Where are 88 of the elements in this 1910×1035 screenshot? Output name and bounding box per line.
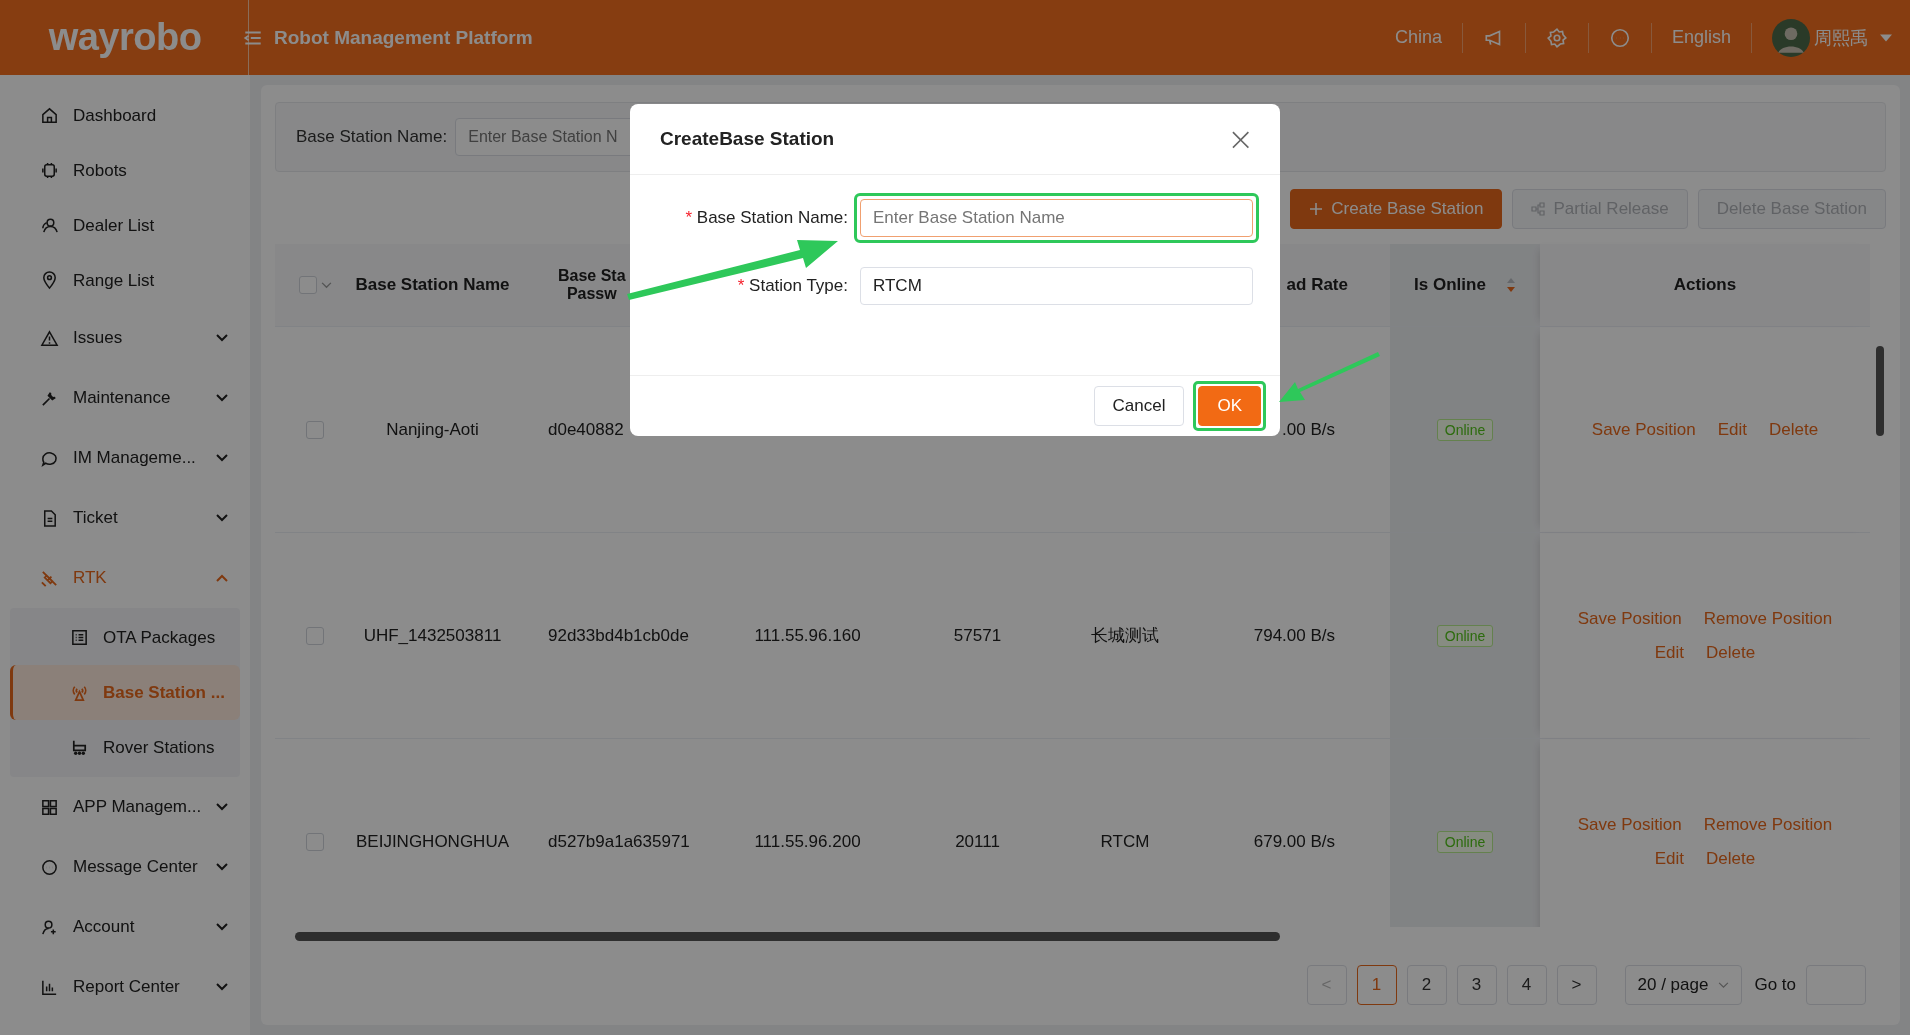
column-header: ad Rate (1286, 275, 1348, 295)
ok-button[interactable]: OK (1198, 386, 1261, 426)
table-cell: d527b9a1a635971 (548, 831, 690, 852)
submenu-item[interactable]: Rover Stations (10, 720, 240, 775)
status-tag: Online (1436, 624, 1494, 647)
table-cell: BEIJINGHONGHUA (356, 831, 509, 852)
table-cell-text: 长城测试 (1091, 625, 1159, 647)
people-icon (40, 216, 59, 235)
chevron-icon[interactable] (320, 281, 332, 289)
table-cell: 20111 (955, 831, 1000, 852)
table-cell: RTCM (1100, 831, 1150, 852)
menu-item[interactable]: APP Managem... (10, 777, 240, 837)
home-icon (40, 106, 59, 125)
sort-icon[interactable] (1505, 277, 1516, 293)
checkbox[interactable] (306, 626, 324, 645)
menu-item[interactable]: Range List (10, 253, 240, 308)
submenu-item[interactable]: OTA Packages (10, 610, 240, 665)
chat-icon[interactable] (1608, 26, 1631, 49)
table-cell: d0e40882 (548, 419, 624, 440)
hierarchy-icon (1531, 202, 1546, 216)
menu-item[interactable]: Maintenance (10, 368, 240, 428)
field-label: * Base Station Name: (684, 208, 849, 228)
menu-item[interactable]: Report Center (10, 957, 240, 1017)
satellite-icon (40, 568, 59, 588)
chevron-icon (216, 863, 228, 871)
page-button[interactable]: 4 (1506, 965, 1547, 1005)
column-header: Base Station Name (355, 275, 510, 295)
rover-icon (70, 738, 89, 757)
table-cell: 679.00 B/s (1253, 831, 1335, 852)
table-cell: Nanjing-Aoti (386, 419, 479, 440)
next-page-button[interactable]: > (1556, 965, 1597, 1005)
robot-icon (40, 161, 59, 180)
input-field[interactable]: RTCM (860, 267, 1253, 305)
chevron-icon (216, 574, 228, 582)
chevron-icon (1718, 981, 1730, 989)
plus-icon (1309, 202, 1324, 216)
list-icon (70, 628, 89, 647)
chevron-icon (216, 983, 228, 991)
cancel-button[interactable]: Cancel (1093, 386, 1185, 426)
status-tag: Online (1436, 830, 1494, 853)
action-link[interactable]: Remove Position (1703, 814, 1833, 835)
field-label: Base Station Name: (296, 127, 448, 147)
table-cell: 111.55.96.200 (754, 831, 861, 852)
page-button[interactable]: 1 (1356, 965, 1397, 1005)
table-cell: 794.00 B/s (1253, 625, 1335, 646)
action-link[interactable]: Remove Position (1703, 608, 1833, 629)
table-cell: UHF_1432503811 (363, 625, 502, 646)
menu-item[interactable]: Ticket (10, 488, 240, 548)
page-button[interactable]: 2 (1406, 965, 1447, 1005)
menu-item[interactable]: IM Manageme... (10, 428, 240, 488)
chevron-icon (216, 923, 228, 931)
column-header: Base Sta Passw (558, 267, 626, 303)
settings-icon[interactable] (1545, 26, 1568, 49)
chevron-icon (216, 334, 228, 342)
table-cell: .00 B/s (1282, 419, 1335, 440)
menu-item[interactable]: Robots (10, 143, 240, 198)
goto-label: Go to (1754, 975, 1796, 995)
table-cell: 57571 (953, 625, 1002, 646)
close-button[interactable]: × (1221, 123, 1260, 155)
chat-icon (40, 857, 59, 877)
avatar[interactable] (1772, 18, 1810, 57)
column-header: Actions (1673, 275, 1737, 295)
field-label: * Station Type: (736, 276, 849, 296)
menu-item[interactable]: Dashboard (10, 88, 240, 143)
column-header: Is Online (1414, 275, 1486, 295)
menu-item[interactable]: Message Center (10, 837, 240, 897)
menu-item[interactable]: Dealer List (10, 198, 240, 253)
caret-icon[interactable] (1880, 33, 1892, 42)
menu-item[interactable]: Issues (10, 308, 240, 368)
chevron-icon (216, 803, 228, 811)
checkbox[interactable] (306, 420, 324, 439)
chevron-icon (216, 514, 228, 522)
status-tag: Online (1436, 418, 1494, 441)
logo: wayrobo (47, 16, 203, 59)
checkbox[interactable] (298, 276, 317, 294)
page-size-select[interactable]: 20 / page (1624, 965, 1743, 1005)
chevron-icon (216, 454, 228, 462)
table-cell: 92d33bd4b1cb0de (548, 625, 689, 646)
grid-icon (40, 797, 59, 817)
table-cell: 111.55.96.160 (754, 625, 861, 646)
input-field[interactable]: Enter Base Station Name (860, 199, 1253, 237)
location-pin-icon (40, 271, 59, 290)
warning-icon (40, 328, 59, 348)
app-title: Robot Management Platform (274, 26, 533, 49)
checkbox[interactable] (306, 832, 324, 851)
chevron-icon (216, 394, 228, 402)
menu-item[interactable]: Account (10, 897, 240, 957)
page-button[interactable]: 3 (1456, 965, 1497, 1005)
